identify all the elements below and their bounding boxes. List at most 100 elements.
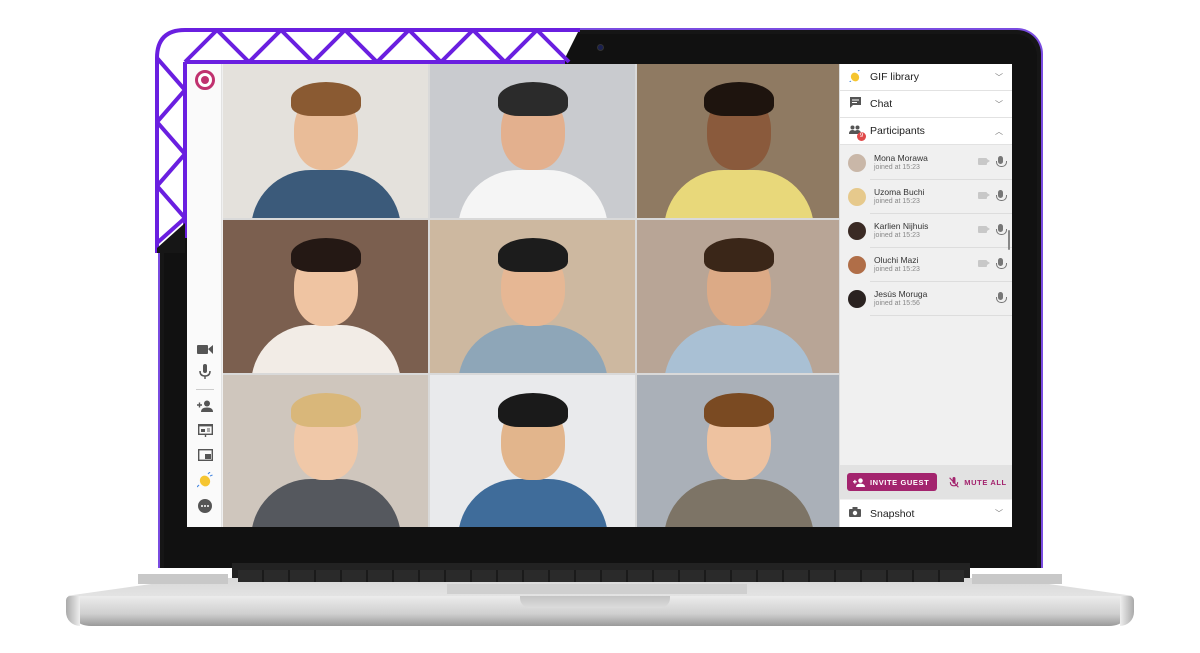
participant-row[interactable]: Oluchi Mazi joined at 15:23: [840, 248, 1012, 282]
participant-list-scrollbar[interactable]: [1008, 230, 1010, 250]
participant-body: [250, 325, 401, 373]
chat-label: Chat: [870, 98, 893, 110]
snapshot-label: Snapshot: [870, 507, 915, 520]
participants-section-header[interactable]: 9 Participants ︿: [840, 118, 1012, 145]
participant-row[interactable]: Jesús Moruga joined at 15:56: [840, 282, 1012, 316]
participant-body: [250, 479, 401, 527]
participant-camera-icon[interactable]: [978, 260, 990, 267]
participant-microphone-icon[interactable]: [996, 156, 1007, 167]
participant-body: [250, 170, 401, 218]
avatar: [848, 154, 866, 172]
trackpad: [447, 584, 747, 594]
participants-count-badge: 9: [857, 132, 866, 141]
participant-camera-icon[interactable]: [978, 226, 990, 233]
gif-library-label: GIF library: [870, 71, 920, 83]
snapshot-section-header[interactable]: Snapshot ﹀: [840, 500, 1012, 527]
app-screen: GIF library ﹀ Chat ﹀ 9 Participants ︿ Mo…: [187, 64, 1012, 527]
participant-microphone-icon[interactable]: [996, 258, 1007, 269]
video-tile[interactable]: [223, 375, 428, 527]
participant-hair: [497, 393, 568, 428]
participant-camera-icon[interactable]: [978, 192, 990, 199]
participant-name: Jesús Moruga: [874, 289, 928, 299]
video-grid: [223, 64, 841, 527]
gif-library-section-header[interactable]: GIF library ﹀: [840, 64, 1012, 91]
toggle-camera-button[interactable]: [195, 340, 215, 358]
video-camera-icon: [197, 344, 213, 354]
video-tile[interactable]: [637, 375, 841, 527]
participant-hair: [497, 82, 568, 117]
participant-joined-time: joined at 15:23: [874, 232, 920, 239]
speaker-grille-right: [972, 574, 1062, 584]
presentation-icon: [197, 423, 213, 437]
participant-name: Karlien Nijhuis: [874, 221, 929, 231]
participant-hair: [704, 393, 774, 428]
participant-joined-time: joined at 15:23: [874, 266, 920, 273]
add-participant-button[interactable]: [195, 397, 215, 415]
participant-row[interactable]: Karlien Nijhuis joined at 15:23: [840, 214, 1012, 248]
participant-hair: [290, 238, 361, 273]
left-toolbar: [187, 64, 222, 527]
participant-body: [664, 479, 814, 527]
toggle-microphone-button[interactable]: [195, 362, 215, 380]
participant-microphone-icon[interactable]: [996, 190, 1007, 201]
video-tile[interactable]: [430, 64, 635, 218]
participant-hair: [290, 393, 361, 428]
more-options-button[interactable]: [195, 497, 215, 515]
participant-list: Mona Morawa joined at 15:23 Uzoma Buchi joi…: [840, 146, 1012, 316]
participant-hair: [290, 82, 361, 117]
camera-icon: [848, 507, 862, 520]
participant-row[interactable]: Uzoma Buchi joined at 15:23: [840, 180, 1012, 214]
participant-hair: [704, 238, 774, 273]
chevron-down-icon: ﹀: [995, 73, 1003, 82]
microphone-icon: [199, 363, 211, 379]
participant-hair: [704, 82, 774, 117]
invite-guest-button[interactable]: INVITE GUEST: [847, 473, 938, 491]
webcam: [597, 44, 604, 51]
screen-share-icon: [197, 449, 213, 461]
participant-actions: INVITE GUEST MUTE ALL: [840, 465, 1012, 499]
avatar: [848, 290, 866, 308]
gif-library-icon: [848, 69, 862, 85]
participant-body: [457, 479, 608, 527]
participant-microphone-icon[interactable]: [996, 292, 1007, 303]
participant-body: [457, 170, 608, 218]
presentation-button[interactable]: [195, 421, 215, 439]
video-tile[interactable]: [430, 375, 635, 527]
participant-name: Oluchi Mazi: [874, 255, 919, 265]
screen-share-button[interactable]: [195, 446, 215, 464]
video-tile[interactable]: [637, 64, 841, 218]
clapping-hands-icon: [197, 472, 213, 488]
participant-name: Uzoma Buchi: [874, 187, 925, 197]
reactions-button[interactable]: [195, 471, 215, 489]
participant-hair: [497, 238, 568, 273]
participant-body: [664, 170, 814, 218]
participant-camera-icon[interactable]: [978, 158, 990, 165]
participant-row[interactable]: Mona Morawa joined at 15:23: [840, 146, 1012, 180]
add-person-icon: [853, 477, 865, 487]
laptop-mockup: GIF library ﹀ Chat ﹀ 9 Participants ︿ Mo…: [0, 0, 1200, 653]
chat-section-header[interactable]: Chat ﹀: [840, 91, 1012, 118]
participant-body: [457, 325, 608, 373]
video-tile[interactable]: [430, 220, 635, 373]
chevron-down-icon: ﹀: [995, 509, 1003, 518]
more-options-icon: [198, 499, 212, 513]
participant-microphone-icon[interactable]: [996, 224, 1007, 235]
video-tile[interactable]: [223, 220, 428, 373]
avatar: [848, 188, 866, 206]
participant-joined-time: joined at 15:23: [874, 198, 920, 205]
participant-name: Mona Morawa: [874, 153, 928, 163]
participants-label: Participants: [870, 125, 925, 137]
add-person-icon: [197, 400, 213, 412]
chevron-up-icon: ︿: [995, 127, 1003, 136]
participant-body: [664, 325, 814, 373]
video-tile[interactable]: [223, 64, 428, 218]
microphone-off-icon: [949, 476, 960, 488]
invite-guest-label: INVITE GUEST: [870, 477, 930, 487]
mute-all-button[interactable]: MUTE ALL: [949, 476, 1006, 488]
video-tile[interactable]: [637, 220, 841, 373]
participants-icon: 9: [848, 125, 866, 141]
side-panel: GIF library ﹀ Chat ﹀ 9 Participants ︿ Mo…: [839, 64, 1012, 527]
chat-icon: [848, 97, 862, 111]
app-logo-icon: [195, 70, 215, 90]
avatar: [848, 222, 866, 240]
